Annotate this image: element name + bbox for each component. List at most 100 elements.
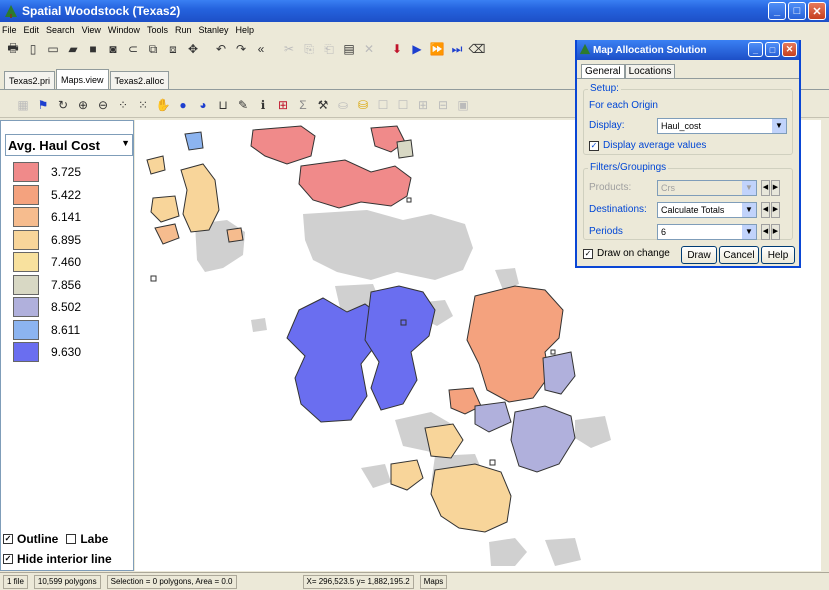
zoom-out-icon[interactable]: ⊖	[94, 96, 112, 114]
draw-icon[interactable]: ✎	[234, 96, 252, 114]
maximize-button[interactable]: □	[788, 2, 806, 20]
select-icon[interactable]: ▦	[14, 96, 32, 114]
menu-tools[interactable]: Tools	[147, 25, 168, 35]
paste2-icon[interactable]: ⎗	[320, 40, 338, 58]
save-icon[interactable]: ■	[84, 40, 102, 58]
status-files: 1 file	[3, 574, 28, 589]
periods-select[interactable]: 6 ▼	[657, 224, 757, 240]
left-arrow-icon[interactable]: ◀	[761, 180, 770, 196]
add-layer-icon[interactable]: ⊞	[274, 96, 292, 114]
new-file-icon[interactable]: ▭	[44, 40, 62, 58]
image-icon[interactable]: ▣	[454, 96, 472, 114]
back-icon[interactable]: «	[252, 40, 270, 58]
undo-icon[interactable]: ↶	[212, 40, 230, 58]
database-icon[interactable]: ◙	[104, 40, 122, 58]
tab-locations[interactable]: Locations	[624, 64, 676, 78]
right-arrow-icon[interactable]: ▶	[771, 224, 780, 240]
globe2-icon[interactable]: ◕	[194, 96, 212, 114]
grid-icon[interactable]: ⊞	[414, 96, 432, 114]
tab-texas2-alloc[interactable]: Texas2.alloc	[109, 71, 170, 89]
print-icon[interactable]: 🖶	[4, 40, 22, 58]
bucket-icon[interactable]: ⛀	[334, 96, 352, 114]
cut-icon[interactable]: ✂	[280, 40, 298, 58]
menu-file[interactable]: File	[2, 25, 17, 35]
legend-value: 6.895	[51, 232, 82, 247]
labels-checkbox[interactable]	[66, 534, 77, 544]
menu-edit[interactable]: Edit	[24, 25, 40, 35]
legend-item: 8.611	[13, 319, 81, 342]
run-down-icon[interactable]: ⬇	[388, 40, 406, 58]
redo-icon[interactable]: ↷	[232, 40, 250, 58]
destinations-select[interactable]: Calculate Totals ▼	[657, 202, 757, 218]
dialog-maximize-button[interactable]: □	[765, 42, 780, 57]
hide-interior-checkbox[interactable]: ✓	[3, 554, 13, 564]
tab-maps-view[interactable]: Maps.view	[56, 69, 109, 89]
right-arrow-icon[interactable]: ▶	[771, 202, 780, 218]
menu-stanley[interactable]: Stanley	[198, 25, 228, 35]
paste-icon[interactable]: ⧈	[164, 40, 182, 58]
zoom-in-icon[interactable]: ⊕	[74, 96, 92, 114]
fast-forward-icon[interactable]: ⏩	[428, 40, 446, 58]
new-icon[interactable]: ▯	[24, 40, 42, 58]
minimize-button[interactable]: _	[768, 2, 786, 20]
outline-checkbox[interactable]: ✓	[3, 534, 13, 544]
left-arrow-icon[interactable]: ◀	[761, 202, 770, 218]
left-arrow-icon[interactable]: ◀	[761, 224, 770, 240]
link-icon[interactable]: ⊂	[124, 40, 142, 58]
run-all-icon[interactable]: ⏭	[448, 40, 466, 58]
products-spinner[interactable]: ◀ ▶	[761, 180, 781, 196]
info-icon[interactable]: ℹ	[254, 96, 272, 114]
tab-general[interactable]: General	[581, 64, 625, 78]
copy-icon[interactable]: ⧉	[144, 40, 162, 58]
display-select[interactable]: Haul_cost ▼	[657, 118, 787, 134]
cancel-button[interactable]: Cancel	[719, 246, 759, 264]
chevron-down-icon: ▼	[742, 181, 756, 195]
theme-select[interactable]: Avg. Haul Cost ▼	[5, 134, 133, 156]
tool-icon[interactable]: ⚒	[314, 96, 332, 114]
clipboard-icon[interactable]: ▤	[340, 40, 358, 58]
menu-help[interactable]: Help	[236, 25, 255, 35]
legend-swatch	[13, 207, 39, 228]
dialog-minimize-button[interactable]: _	[748, 42, 763, 57]
open-icon[interactable]: ▰	[64, 40, 82, 58]
eraser-icon[interactable]: ⌫	[468, 40, 486, 58]
navigate-icon[interactable]: ✥	[184, 40, 202, 58]
menu-search[interactable]: Search	[46, 25, 75, 35]
legend-swatch	[13, 229, 39, 250]
help-button[interactable]: Help	[761, 246, 795, 264]
tab-texas2-pri[interactable]: Texas2.pri	[4, 71, 56, 89]
draw-on-change-checkbox[interactable]: ✓	[583, 248, 593, 259]
close-button[interactable]: ✕	[808, 2, 826, 20]
draw-button[interactable]: Draw	[681, 246, 717, 264]
app-icon	[579, 43, 591, 55]
legend-swatch	[13, 252, 39, 273]
box2-icon[interactable]: ☐	[394, 96, 412, 114]
delete-icon[interactable]: ✕	[360, 40, 378, 58]
pan-icon[interactable]: ✋	[154, 96, 172, 114]
right-arrow-icon[interactable]: ▶	[771, 180, 780, 196]
flag-icon[interactable]: ⚑	[34, 96, 52, 114]
globe-icon[interactable]: ●	[174, 96, 192, 114]
chevron-down-icon: ▼	[772, 119, 786, 133]
legend-value: 7.460	[51, 255, 82, 270]
display-label: Display:	[589, 120, 625, 131]
refresh-icon[interactable]: ↻	[54, 96, 72, 114]
menu-window[interactable]: Window	[108, 25, 140, 35]
products-select[interactable]: Crs ▼	[657, 180, 757, 196]
menu-view[interactable]: View	[82, 25, 101, 35]
fill-icon[interactable]: ⛁	[354, 96, 372, 114]
zoom-extent-icon[interactable]: ⁘	[114, 96, 132, 114]
destinations-spinner[interactable]: ◀ ▶	[761, 202, 781, 218]
grid2-icon[interactable]: ⊟	[434, 96, 452, 114]
zoom-fit-icon[interactable]: ⁙	[134, 96, 152, 114]
status-coordinates: X= 296,523.5 y= 1,882,195.2	[302, 574, 414, 589]
box-icon[interactable]: ☐	[374, 96, 392, 114]
dialog-close-button[interactable]: ✕	[782, 42, 797, 57]
periods-spinner[interactable]: ◀ ▶	[761, 224, 781, 240]
copy2-icon[interactable]: ⎘	[300, 40, 318, 58]
play-icon[interactable]: ▶	[408, 40, 426, 58]
menu-run[interactable]: Run	[175, 25, 192, 35]
measure-icon[interactable]: ⊔	[214, 96, 232, 114]
avg-values-checkbox[interactable]: ✓	[589, 140, 599, 151]
sum-icon[interactable]: Σ	[294, 96, 312, 114]
